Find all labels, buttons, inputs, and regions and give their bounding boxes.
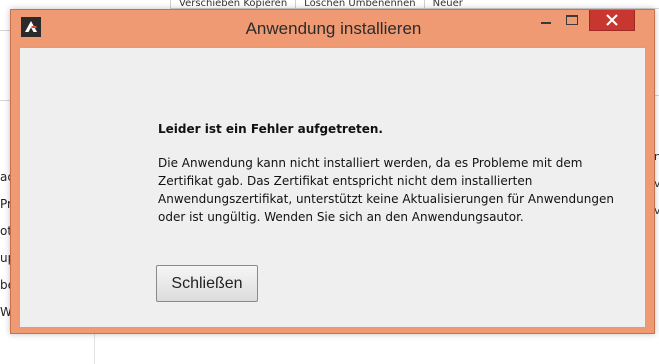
close-dialog-button[interactable]: Schließen bbox=[156, 265, 258, 302]
maximize-button[interactable] bbox=[559, 10, 585, 31]
ribbon-item[interactable]: Verschieben Kopieren bbox=[170, 0, 295, 8]
minimize-button[interactable] bbox=[533, 10, 559, 31]
error-message: Die Anwendung kann nicht installiert wer… bbox=[158, 156, 614, 224]
maximize-icon bbox=[566, 15, 578, 25]
title-bar[interactable]: Anwendung installieren bbox=[11, 10, 654, 46]
error-heading: Leider ist ein Fehler aufgetreten. bbox=[158, 122, 383, 136]
minimize-icon bbox=[541, 22, 551, 24]
divider bbox=[655, 95, 659, 96]
ribbon-item[interactable]: Neuer bbox=[423, 0, 471, 8]
close-icon bbox=[606, 14, 618, 26]
divider bbox=[94, 330, 95, 364]
installer-app-icon bbox=[21, 17, 41, 37]
install-dialog: Anwendung installieren Leider ist ein Fe… bbox=[10, 9, 655, 334]
ribbon-item[interactable]: Löschen Umbenennen bbox=[295, 0, 423, 8]
dialog-content: Leider ist ein Fehler aufgetreten. Die A… bbox=[19, 47, 646, 328]
background-ribbon: Verschieben Kopieren Löschen Umbenennen Ne… bbox=[170, 0, 659, 9]
close-window-button[interactable] bbox=[589, 10, 635, 31]
